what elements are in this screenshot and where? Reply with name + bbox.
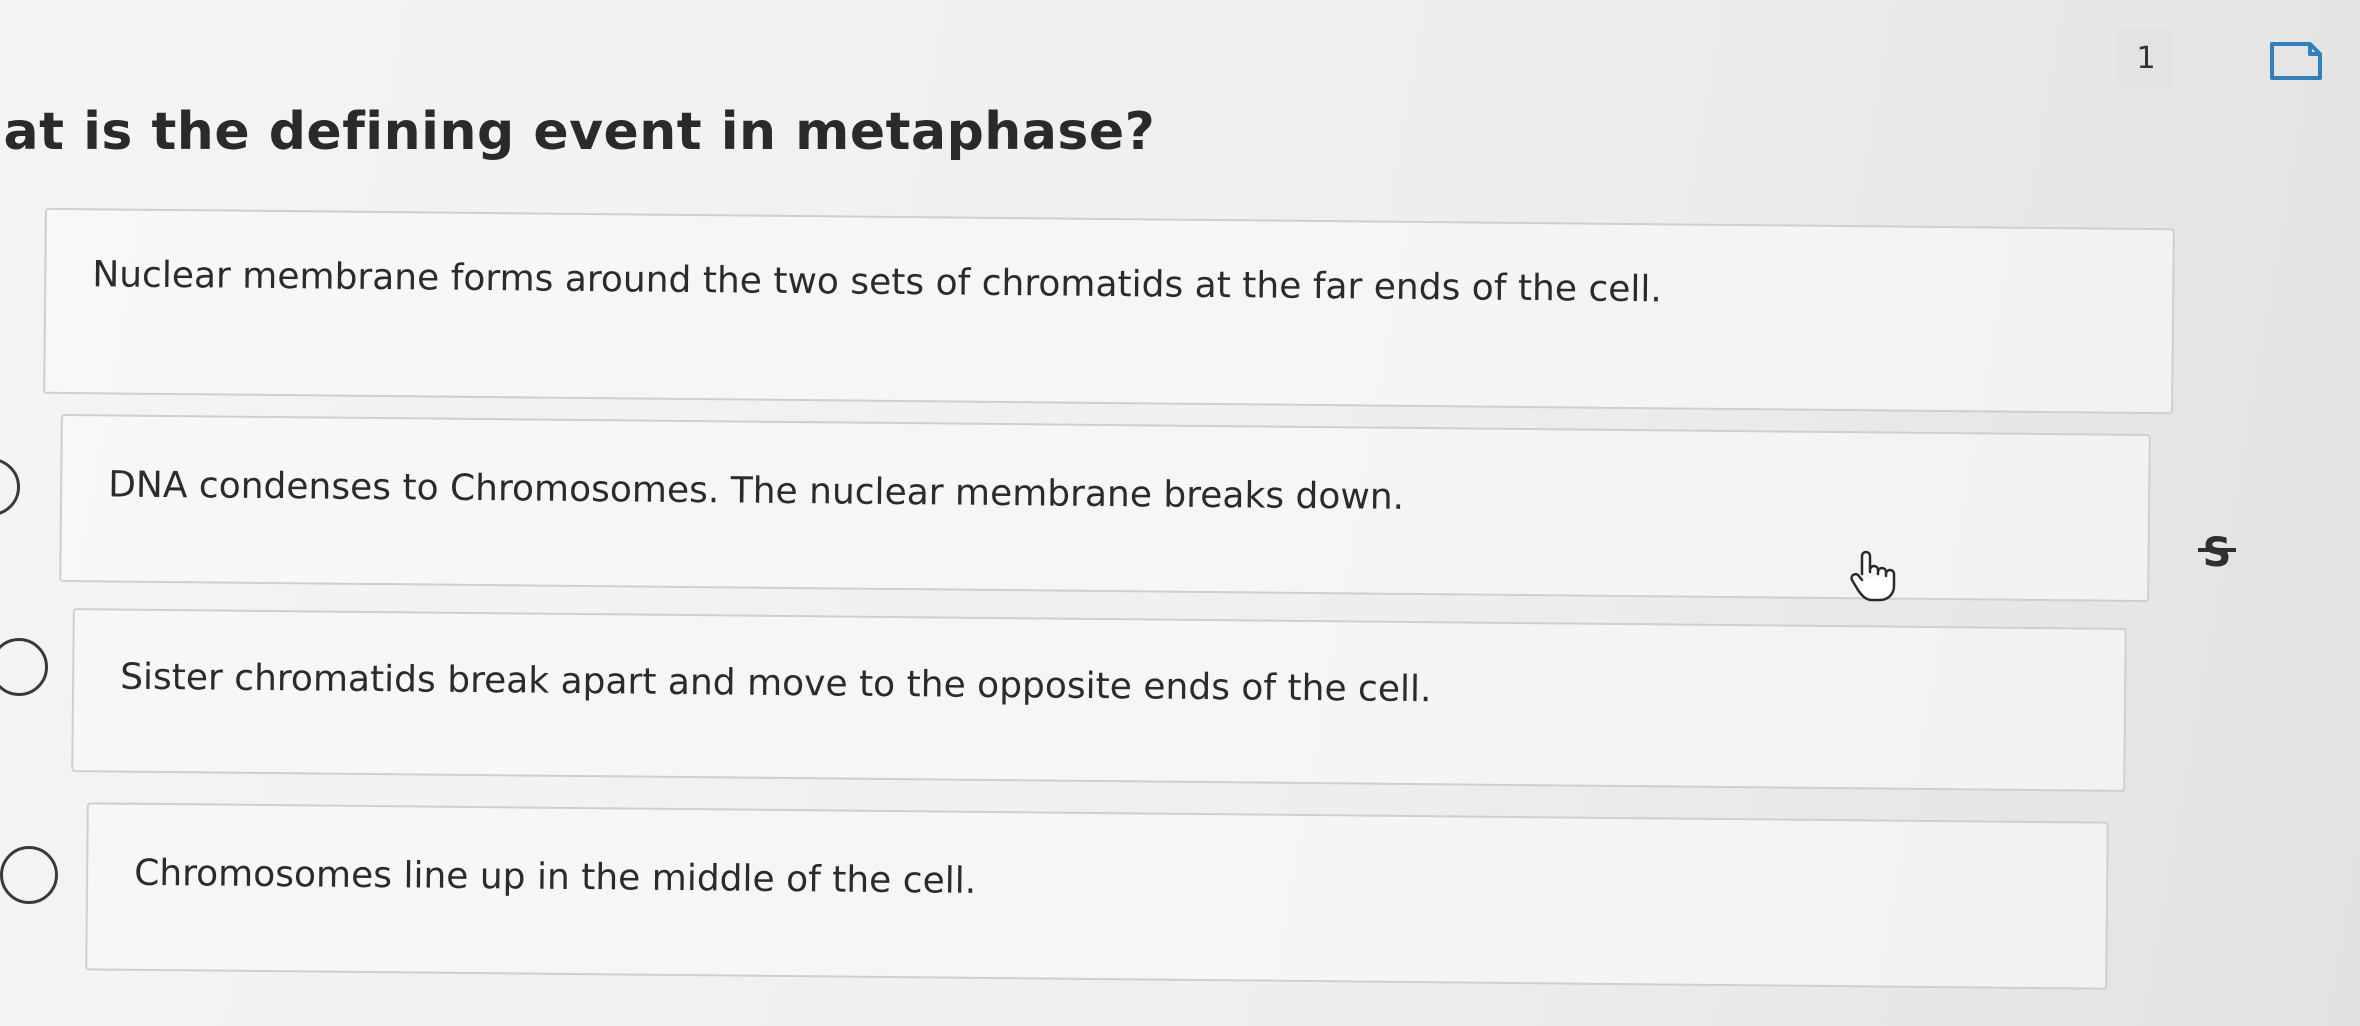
bookmark-icon[interactable] xyxy=(2268,40,2324,82)
answer-option-2[interactable]: DNA condenses to Chromosomes. The nuclea… xyxy=(59,413,2151,603)
svg-text:S: S xyxy=(2203,530,2232,576)
answer-radio-2[interactable] xyxy=(0,458,20,516)
question-text: hat is the defining event in metaphase? xyxy=(0,102,1156,162)
answer-option-3-text: Sister chromatids break apart and move t… xyxy=(119,656,1432,711)
strikethrough-icon[interactable]: S xyxy=(2194,524,2240,576)
question-number: 1 xyxy=(2136,40,2156,76)
question-number-badge: 1 xyxy=(2118,28,2174,88)
answer-option-4-text: Chromosomes line up in the middle of the… xyxy=(133,852,977,902)
answer-option-1-text: Nuclear membrane forms around the two se… xyxy=(92,254,1663,311)
answer-radio-4[interactable] xyxy=(0,846,58,904)
answer-option-4[interactable]: Chromosomes line up in the middle of the… xyxy=(85,802,2109,990)
answer-radio-3[interactable] xyxy=(0,638,48,696)
answer-option-1[interactable]: Nuclear membrane forms around the two se… xyxy=(43,207,2175,415)
answer-option-3[interactable]: Sister chromatids break apart and move t… xyxy=(71,608,2127,792)
answer-option-2-text: DNA condenses to Chromosomes. The nuclea… xyxy=(107,464,1405,518)
hand-pointer-cursor xyxy=(1850,550,1896,602)
